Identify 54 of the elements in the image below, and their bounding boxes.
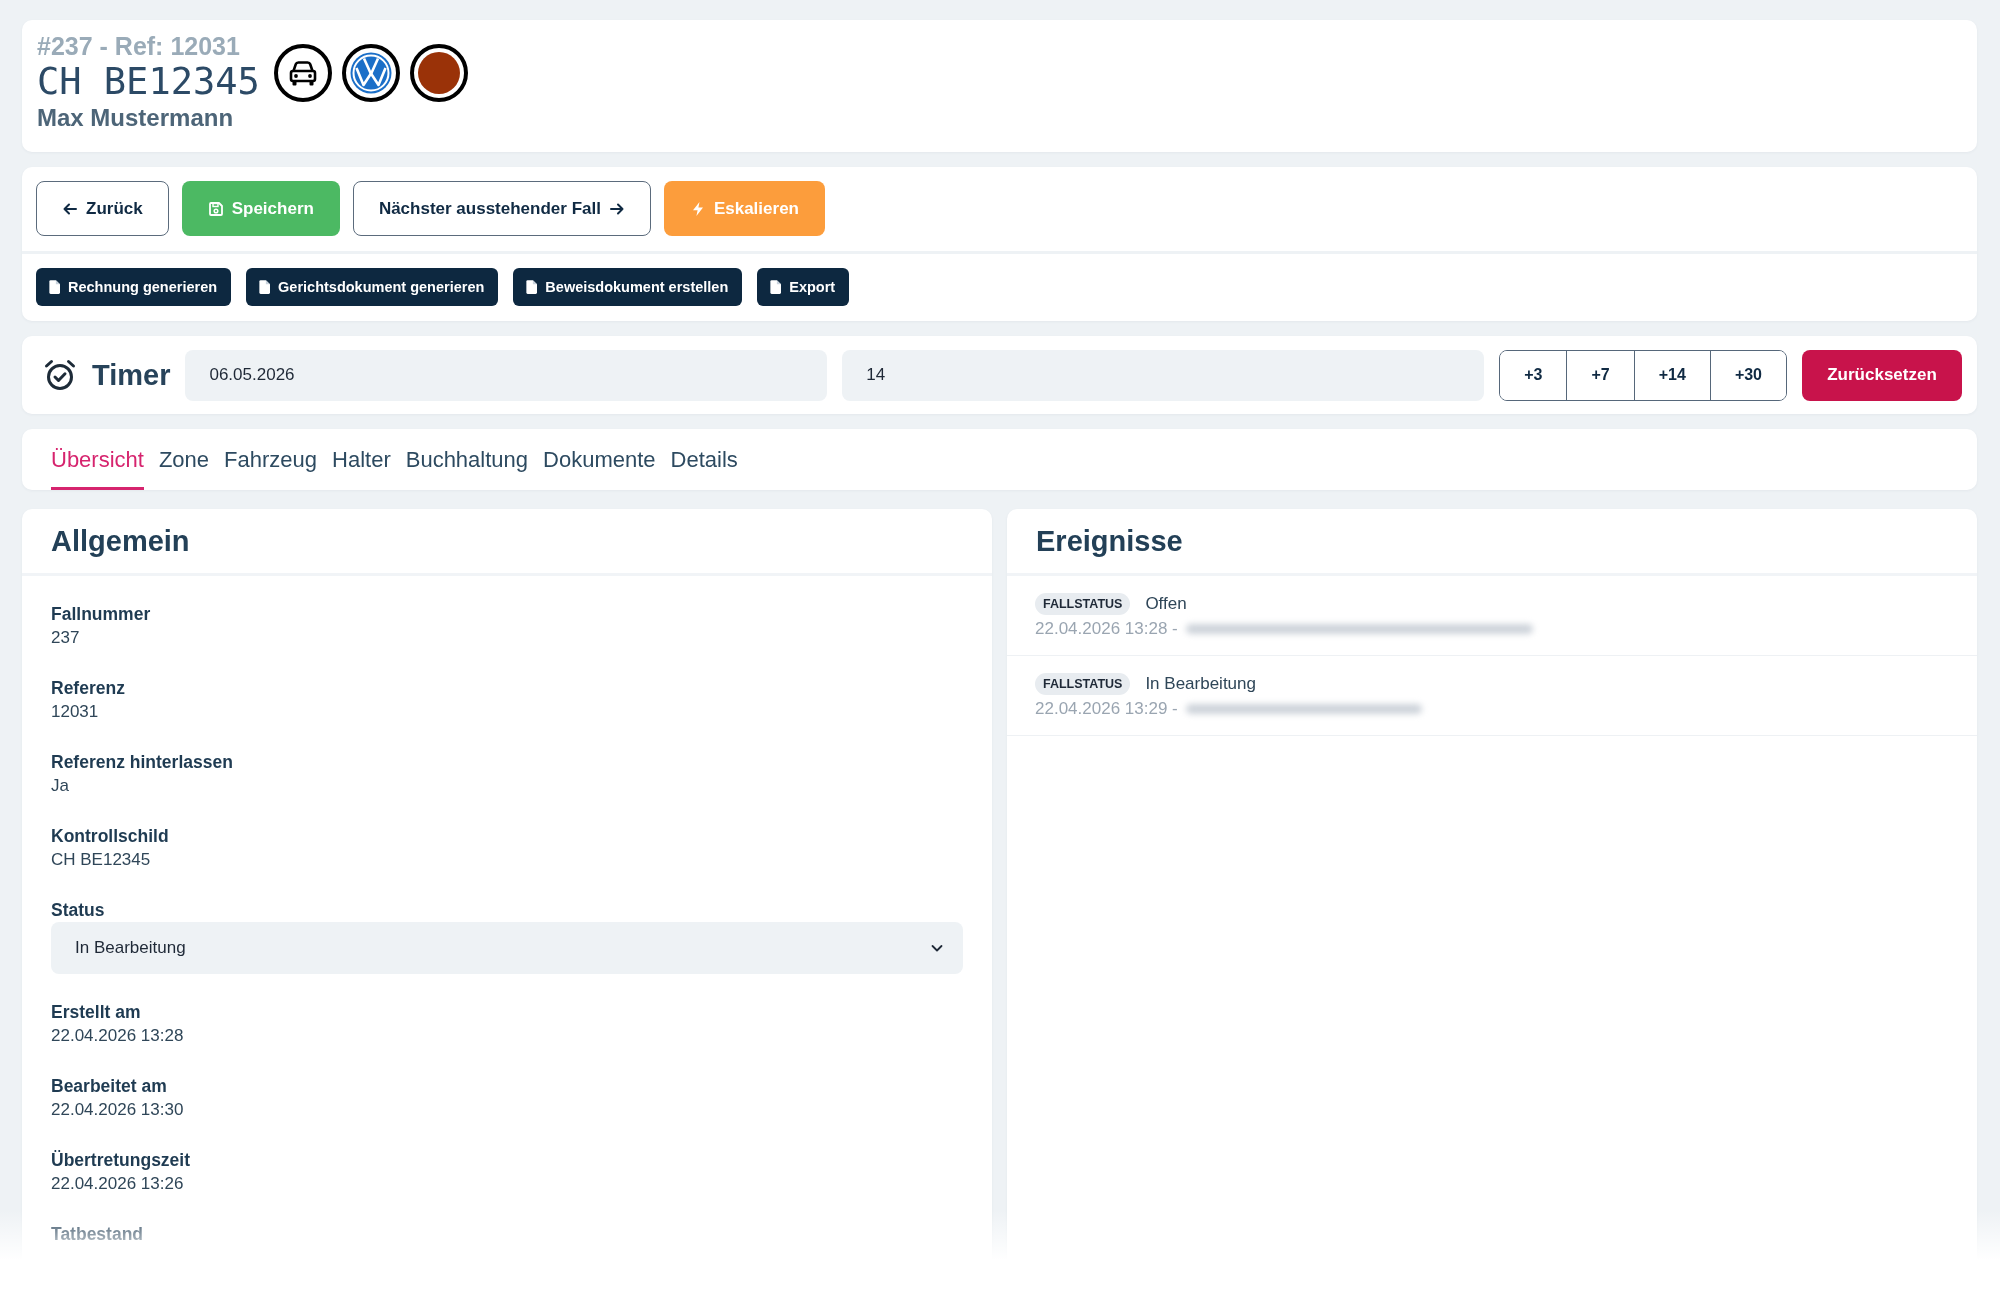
event-timestamp: 22.04.2026 13:28 - xyxy=(1035,619,1178,639)
tab[interactable]: Details xyxy=(670,429,738,490)
field-label: Tatbestand xyxy=(51,1223,145,1246)
panel-title: Ereignisse xyxy=(1036,524,1183,558)
tab[interactable]: Übersicht xyxy=(51,429,144,490)
license-plate-text: CH BE12345 xyxy=(37,62,260,102)
tab[interactable]: Fahrzeug xyxy=(224,429,318,490)
field-value: 22.04.2026 13:28 xyxy=(51,1025,185,1047)
next-case-button[interactable]: Nächster ausstehender Fall xyxy=(352,181,651,236)
date-input-field[interactable]: 06.05.2026 xyxy=(185,349,828,401)
field-label: Erstellt am xyxy=(51,1001,142,1024)
panel-title: Allgemein xyxy=(51,524,190,558)
owner-name: Max Mustermann xyxy=(37,103,235,133)
event-type-badge: FALLSTATUS xyxy=(1035,673,1131,695)
file-icon xyxy=(259,280,271,294)
back-button[interactable]: Zurück xyxy=(36,181,169,236)
save-icon xyxy=(207,200,224,217)
timer-title: Timer xyxy=(92,358,171,392)
tab[interactable]: Dokumente xyxy=(543,429,656,490)
file-icon xyxy=(770,280,782,294)
case-reference: #237 - Ref: 12031 xyxy=(37,31,241,62)
tab[interactable]: Zone xyxy=(158,429,210,490)
field-label: Fallnummer xyxy=(51,603,152,626)
document-action-button[interactable]: Beweisdokument erstellen xyxy=(513,268,743,306)
field-label: Referenz hinterlassen xyxy=(51,751,234,774)
alarm-clock-icon xyxy=(43,358,77,392)
document-action-button[interactable]: Gerichtsdokument generieren xyxy=(246,268,499,306)
document-action-button[interactable]: Export xyxy=(757,268,850,306)
status-select[interactable]: In Bearbeitung xyxy=(51,922,963,974)
field-value: CH BE12345 xyxy=(51,849,152,871)
field-value: Ja xyxy=(51,775,70,797)
add-days-button[interactable]: +30 xyxy=(1709,350,1786,400)
round-emblem-icon xyxy=(341,44,400,102)
event-status-text: In Bearbeitung xyxy=(1145,674,1256,694)
field-value: 12031 xyxy=(51,701,100,723)
tab[interactable]: Buchhaltung xyxy=(405,429,529,490)
field-label: Referenz xyxy=(51,677,126,700)
event-status-text: Offen xyxy=(1145,594,1187,614)
field-label: Bearbeitet am xyxy=(51,1075,168,1098)
tab[interactable]: Halter xyxy=(332,429,391,490)
field-value: 237 xyxy=(51,627,81,649)
field-label: Status xyxy=(51,899,106,922)
reset-button[interactable]: Zurücksetzen xyxy=(1802,349,1962,401)
field-label: Übertretungszeit xyxy=(51,1149,192,1172)
file-icon xyxy=(49,280,60,294)
days-input-field[interactable]: 14 xyxy=(842,349,1485,401)
event-type-badge: FALLSTATUS xyxy=(1035,593,1131,615)
field-label: Kontrollschild xyxy=(51,825,170,848)
field-value: 22.04.2026 13:26 xyxy=(51,1173,185,1195)
file-icon xyxy=(526,280,538,294)
field-value: 22.04.2026 13:30 xyxy=(51,1099,185,1121)
document-action-button[interactable]: Rechnung generieren xyxy=(36,268,232,306)
event-timestamp: 22.04.2026 13:29 - xyxy=(1035,699,1178,719)
car-icon xyxy=(273,44,332,102)
